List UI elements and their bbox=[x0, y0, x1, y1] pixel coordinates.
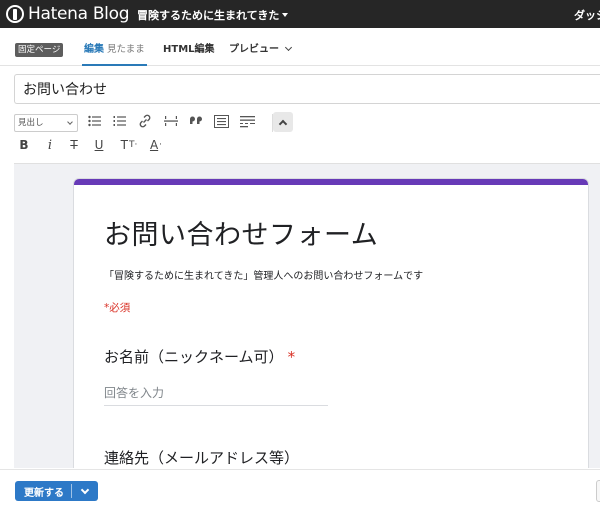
heading-select[interactable]: 見出し bbox=[14, 114, 78, 132]
tab-preview[interactable]: プレビュー bbox=[229, 36, 293, 66]
question-contact-label: 連絡先（メールアドレス等） bbox=[104, 449, 300, 467]
read-more-icon bbox=[239, 115, 255, 127]
horizontal-rule-button[interactable] bbox=[162, 112, 180, 130]
tab-html-edit[interactable]: HTML編集 bbox=[163, 36, 215, 66]
update-button-label: 更新する bbox=[24, 487, 64, 499]
chevron-down-icon bbox=[80, 485, 90, 494]
chevron-up-icon bbox=[278, 119, 288, 128]
logo-text: Hatena Blog bbox=[28, 4, 130, 24]
numbered-list-button[interactable] bbox=[111, 112, 129, 130]
font-color-button[interactable]: A · bbox=[145, 136, 167, 154]
question-name-label: お名前（ニックネーム可） * bbox=[104, 346, 295, 367]
tab-preview-label: プレビュー bbox=[229, 44, 279, 55]
required-asterisk: * bbox=[287, 348, 296, 366]
underline-button[interactable]: U bbox=[90, 136, 108, 154]
link-icon bbox=[139, 114, 151, 128]
italic-button[interactable]: i bbox=[41, 136, 59, 154]
dashboard-link[interactable]: ダッシ bbox=[574, 7, 600, 23]
table-of-contents-button[interactable] bbox=[212, 112, 230, 130]
caret-down-icon bbox=[282, 13, 289, 17]
top-navigation-bar: Hatena Blog 冒険するために生まれてきた ダッシ bbox=[0, 0, 600, 28]
update-button[interactable]: 更新する bbox=[15, 481, 98, 501]
font-color-arrow-icon: · bbox=[159, 140, 163, 150]
collapse-toolbar-button[interactable] bbox=[273, 112, 293, 132]
horizontal-rule-icon bbox=[164, 116, 178, 126]
fixed-page-badge: 固定ページ bbox=[15, 43, 64, 57]
editor-tab-bar: 固定ページ 編集 見たまま HTML編集 プレビュー bbox=[0, 36, 600, 66]
font-size-arrow-icon: T· bbox=[128, 140, 138, 150]
chevron-down-icon bbox=[67, 119, 73, 125]
bold-button[interactable]: B bbox=[15, 136, 33, 154]
blockquote-icon bbox=[190, 116, 202, 124]
question-name-text: お名前（ニックネーム可） bbox=[104, 348, 284, 366]
numbered-list-icon bbox=[113, 116, 126, 126]
entry-title-input[interactable] bbox=[14, 74, 600, 104]
hatena-logo-icon bbox=[6, 5, 24, 23]
form-accent-bar bbox=[74, 179, 588, 185]
tab-edit-label: 編集 bbox=[84, 44, 104, 55]
table-of-contents-icon bbox=[213, 114, 229, 128]
read-more-button[interactable] bbox=[238, 112, 256, 130]
required-note: *必須 bbox=[104, 302, 131, 314]
editor-footer: 更新する bbox=[0, 469, 600, 508]
chevron-down-icon bbox=[284, 43, 293, 52]
heading-select-value: 見出し bbox=[18, 118, 44, 128]
blockquote-button[interactable] bbox=[187, 112, 205, 130]
strikethrough-button[interactable]: T bbox=[65, 136, 83, 154]
editor-toolbar: 見出し B i T U T T· A · bbox=[14, 110, 600, 162]
bulleted-list-button[interactable] bbox=[86, 112, 104, 130]
form-title: お問い合わせフォーム bbox=[104, 220, 379, 251]
update-options-dropdown[interactable] bbox=[72, 485, 98, 494]
footer-right-control[interactable] bbox=[596, 480, 600, 502]
font-size-button[interactable]: T T· bbox=[115, 136, 143, 154]
tab-edit-wysiwyg[interactable]: 編集 見たまま bbox=[82, 36, 147, 66]
name-answer-input[interactable]: 回答を入力 bbox=[104, 384, 328, 406]
bulleted-list-icon bbox=[88, 115, 101, 127]
form-description: 「冒険するために生まれてきた」管理人へのお問い合わせフォームです bbox=[104, 271, 424, 282]
insert-link-button[interactable] bbox=[136, 112, 154, 130]
blog-title: 冒険するために生まれてきた bbox=[137, 9, 280, 22]
blog-switcher[interactable]: 冒険するために生まれてきた bbox=[137, 7, 289, 23]
font-size-icon: T bbox=[120, 138, 128, 152]
editor-content-area[interactable]: お問い合わせフォーム 「冒険するために生まれてきた」管理人へのお問い合わせフォー… bbox=[14, 163, 600, 468]
embedded-google-form[interactable]: お問い合わせフォーム 「冒険するために生まれてきた」管理人へのお問い合わせフォー… bbox=[73, 178, 589, 468]
font-color-icon: A bbox=[149, 138, 159, 152]
hatena-blog-logo[interactable]: Hatena Blog bbox=[6, 4, 130, 24]
tab-edit-mode-label: 見たまま bbox=[107, 44, 145, 55]
